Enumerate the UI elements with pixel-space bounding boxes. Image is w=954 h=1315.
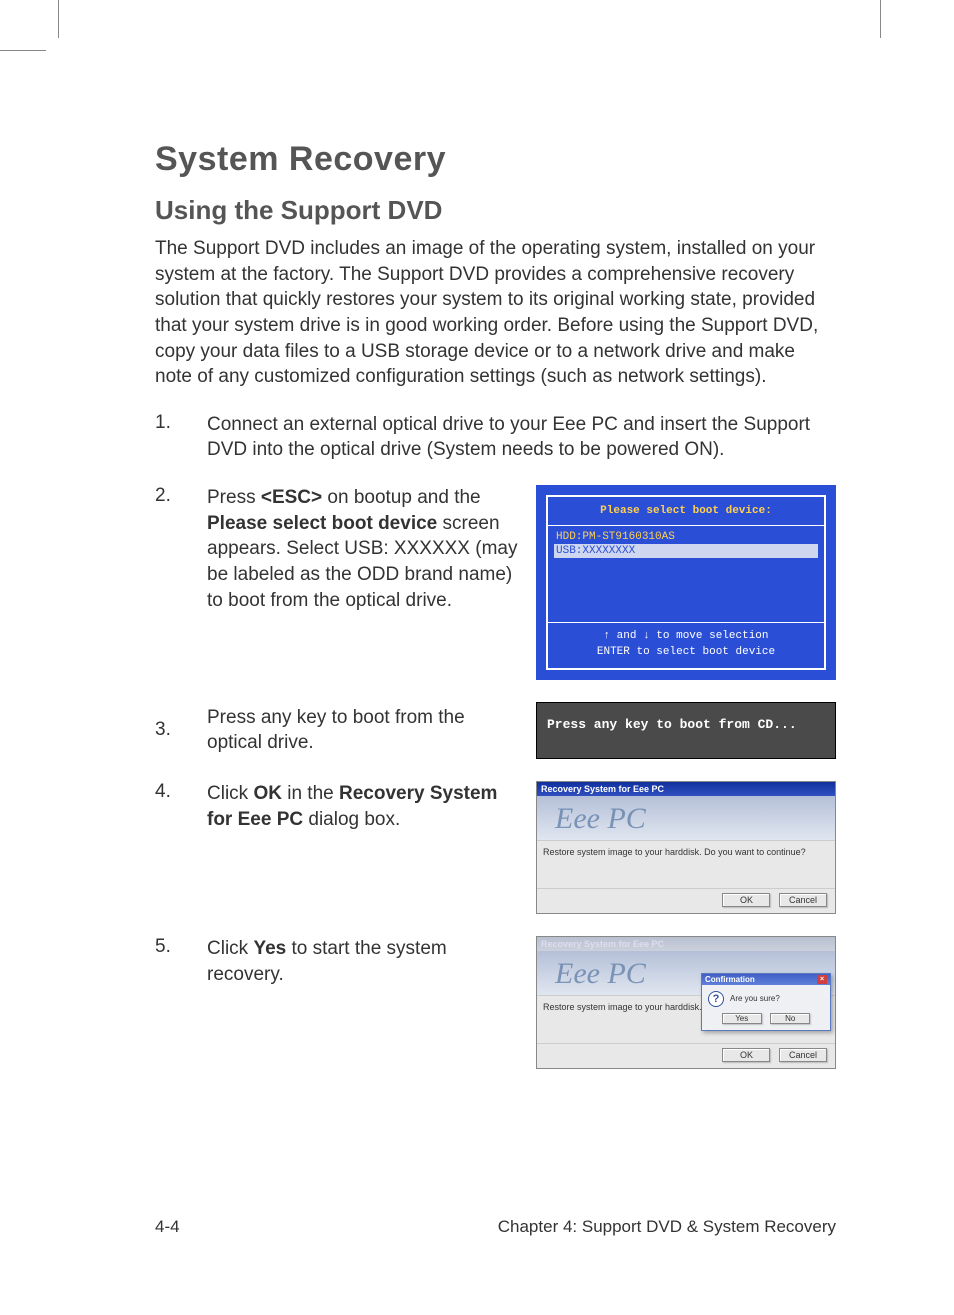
boot-option-hdd[interactable]: HDD:PM-ST9160310AS xyxy=(554,530,818,544)
confirmation-dialog: Confirmation × ? Are you sure? Yes No xyxy=(701,973,831,1031)
recovery-dialog: Recovery System for Eee PC Eee PC Restor… xyxy=(536,781,836,914)
no-button[interactable]: No xyxy=(770,1013,810,1024)
question-icon: ? xyxy=(708,991,724,1007)
boot-dialog-header: Please select boot device: xyxy=(548,497,824,526)
eee-pc-logo: Eee PC xyxy=(555,957,646,991)
text: Press xyxy=(207,487,261,508)
recovery-dialog-buttons: OK Cancel xyxy=(537,1043,835,1068)
text: in the xyxy=(282,783,339,804)
step-text: Click OK in the Recovery System for Eee … xyxy=(207,781,532,832)
recovery-dialog-figure: Recovery System for Eee PC Eee PC Restor… xyxy=(536,781,836,914)
boot-hint-enter: ENTER to select boot device xyxy=(548,645,824,660)
step-5: 5. Click Yes to start the system recover… xyxy=(155,936,836,1069)
recovery-dialog-buttons: OK Cancel xyxy=(537,888,835,913)
step-number: 2. xyxy=(155,485,207,507)
recovery-dialog-titlebar-inactive: Recovery System for Eee PC xyxy=(537,937,835,951)
close-icon[interactable]: × xyxy=(817,975,827,984)
text: on bootup and the xyxy=(322,487,480,508)
yes-button[interactable]: Yes xyxy=(722,1013,762,1024)
text: Click xyxy=(207,783,253,804)
step-text: Click Yes to start the system recovery. xyxy=(207,936,532,987)
cancel-button[interactable]: Cancel xyxy=(779,1048,827,1062)
confirmation-titlebar: Confirmation × xyxy=(702,974,830,985)
page-title: System Recovery xyxy=(155,140,836,179)
cancel-button[interactable]: Cancel xyxy=(779,893,827,907)
section-subtitle: Using the Support DVD xyxy=(155,195,836,226)
press-key-figure: Press any key to boot from CD... xyxy=(536,702,836,759)
confirmation-text: Are you sure? xyxy=(730,994,780,1003)
text: Click xyxy=(207,938,253,959)
boot-device-dialog: Please select boot device: HDD:PM-ST9160… xyxy=(536,485,836,680)
boot-device-label: Please select boot device xyxy=(207,513,437,534)
esc-key: <ESC> xyxy=(261,487,322,508)
ok-label: OK xyxy=(253,783,282,804)
step-text: Connect an external optical drive to you… xyxy=(207,412,836,463)
page-footer: 4-4 Chapter 4: Support DVD & System Reco… xyxy=(155,1217,836,1237)
step-4: 4. Click OK in the Recovery System for E… xyxy=(155,781,836,914)
yes-label: Yes xyxy=(253,938,286,959)
step-number: 5. xyxy=(155,936,207,958)
eee-pc-logo: Eee PC xyxy=(555,802,646,836)
press-any-key-prompt[interactable]: Press any key to boot from CD... xyxy=(536,702,836,759)
confirmation-body: ? Are you sure? xyxy=(702,985,830,1013)
confirmation-dialog-figure: Recovery System for Eee PC Eee PC Restor… xyxy=(536,936,836,1069)
step-number: 3. xyxy=(155,719,207,741)
intro-paragraph: The Support DVD includes an image of the… xyxy=(155,236,836,390)
text: dialog box. xyxy=(303,809,400,830)
recovery-dialog-titlebar: Recovery System for Eee PC xyxy=(537,782,835,796)
ok-button[interactable]: OK xyxy=(722,893,770,907)
boot-option-usb[interactable]: USB:XXXXXXXX xyxy=(554,544,818,558)
ok-button[interactable]: OK xyxy=(722,1048,770,1062)
confirmation-buttons: Yes No xyxy=(702,1013,830,1030)
step-1: 1. Connect an external optical drive to … xyxy=(155,412,836,463)
recovery-dialog-body: Restore system image to your harddisk. D… xyxy=(537,840,835,888)
step-number: 1. xyxy=(155,412,207,434)
page-content: System Recovery Using the Support DVD Th… xyxy=(0,0,954,1069)
step-number: 4. xyxy=(155,781,207,803)
confirmation-title-text: Confirmation xyxy=(705,975,755,984)
page-number: 4-4 xyxy=(155,1217,180,1237)
step-text: Press <ESC> on bootup and the Please sel… xyxy=(207,485,532,613)
boot-dialog-footer: ↑ and ↓ to move selection ENTER to selec… xyxy=(548,622,824,668)
step-3: 3. Press any key to boot from the optica… xyxy=(155,702,836,759)
boot-device-dialog-figure: Please select boot device: HDD:PM-ST9160… xyxy=(536,485,836,680)
boot-hint-arrows: ↑ and ↓ to move selection xyxy=(548,629,824,644)
step-text: Press any key to boot from the optical d… xyxy=(207,705,532,756)
recovery-dialog-bg: Recovery System for Eee PC Eee PC Restor… xyxy=(536,936,836,1069)
chapter-label: Chapter 4: Support DVD & System Recovery xyxy=(498,1217,836,1237)
recovery-dialog-banner: Eee PC xyxy=(537,796,835,840)
step-2: 2. Press <ESC> on bootup and the Please … xyxy=(155,485,836,680)
